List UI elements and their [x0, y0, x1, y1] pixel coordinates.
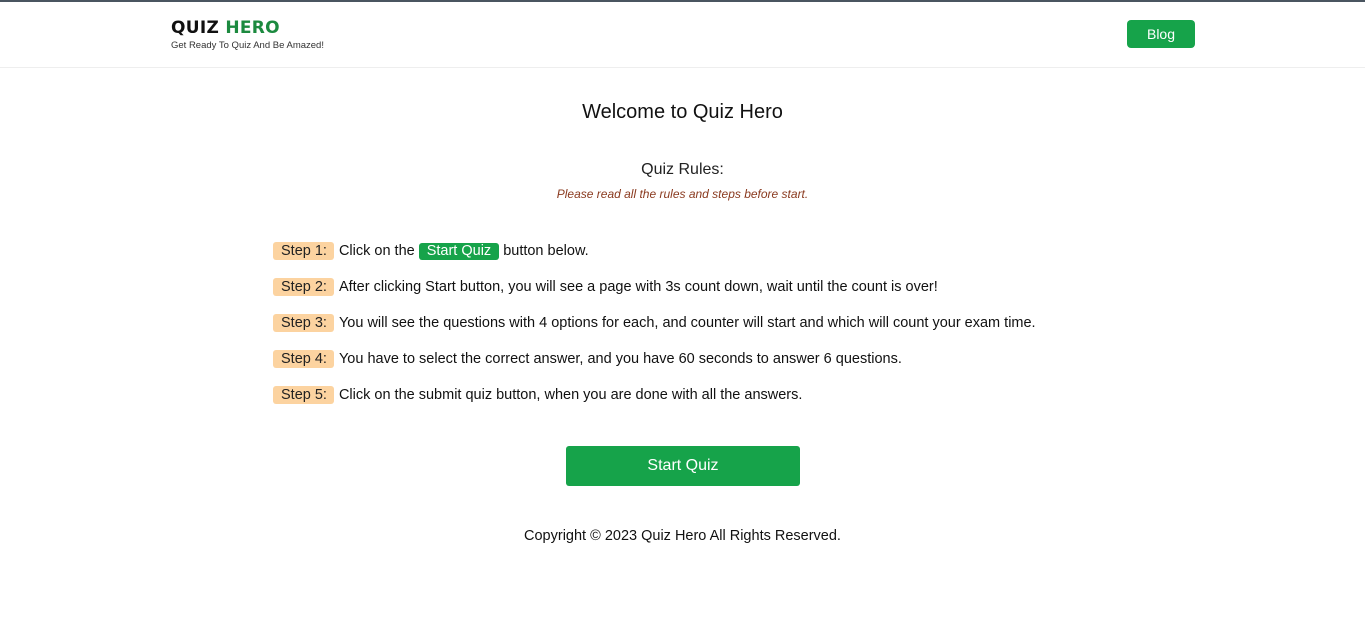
rules-note: Please read all the rules and steps befo… [556, 187, 809, 201]
site-header: QUIZ HERO Get Ready To Quiz And Be Amaze… [0, 2, 1365, 68]
step-text: Click on the submit quiz button, when yo… [338, 387, 803, 403]
step-item-5: Step 5: Click on the submit quiz button,… [273, 386, 1133, 404]
step-text: After clicking Start button, you will se… [338, 279, 938, 295]
step-text: You will see the questions with 4 option… [338, 315, 1036, 331]
step-item-2: Step 2: After clicking Start button, you… [273, 278, 1133, 296]
step-item-4: Step 4: You have to select the correct a… [273, 350, 1133, 368]
brand-title-main: QUIZ [171, 18, 226, 38]
brand-title-accent: HERO [225, 18, 280, 38]
step-text: You have to select the correct answer, a… [338, 351, 902, 367]
step-badge: Step 2: [273, 278, 334, 296]
rules-heading: Quiz Rules: [641, 161, 724, 178]
step-badge: Step 4: [273, 350, 334, 368]
brand-title: QUIZ HERO [171, 18, 324, 38]
step-badge: Step 3: [273, 314, 334, 332]
step-text-after: button below. [503, 243, 589, 259]
inline-start-quiz-label: Start Quiz [418, 242, 500, 260]
blog-button[interactable]: Blog [1127, 20, 1195, 48]
step-item-3: Step 3: You will see the questions with … [273, 314, 1133, 332]
brand-tagline: Get Ready To Quiz And Be Amazed! [171, 40, 324, 51]
footer-copyright: Copyright © 2023 Quiz Hero All Rights Re… [524, 528, 841, 544]
brand[interactable]: QUIZ HERO Get Ready To Quiz And Be Amaze… [171, 18, 324, 52]
step-badge: Step 5: [273, 386, 334, 404]
step-text-before: Click on the [338, 243, 415, 259]
step-badge: Step 1: [273, 242, 334, 260]
step-item-1: Step 1: Click on the Start Quiz button b… [273, 242, 1133, 260]
start-quiz-button[interactable]: Start Quiz [566, 446, 800, 486]
page-title: Welcome to Quiz Hero [582, 101, 783, 123]
steps-list: Step 1: Click on the Start Quiz button b… [273, 242, 1133, 422]
